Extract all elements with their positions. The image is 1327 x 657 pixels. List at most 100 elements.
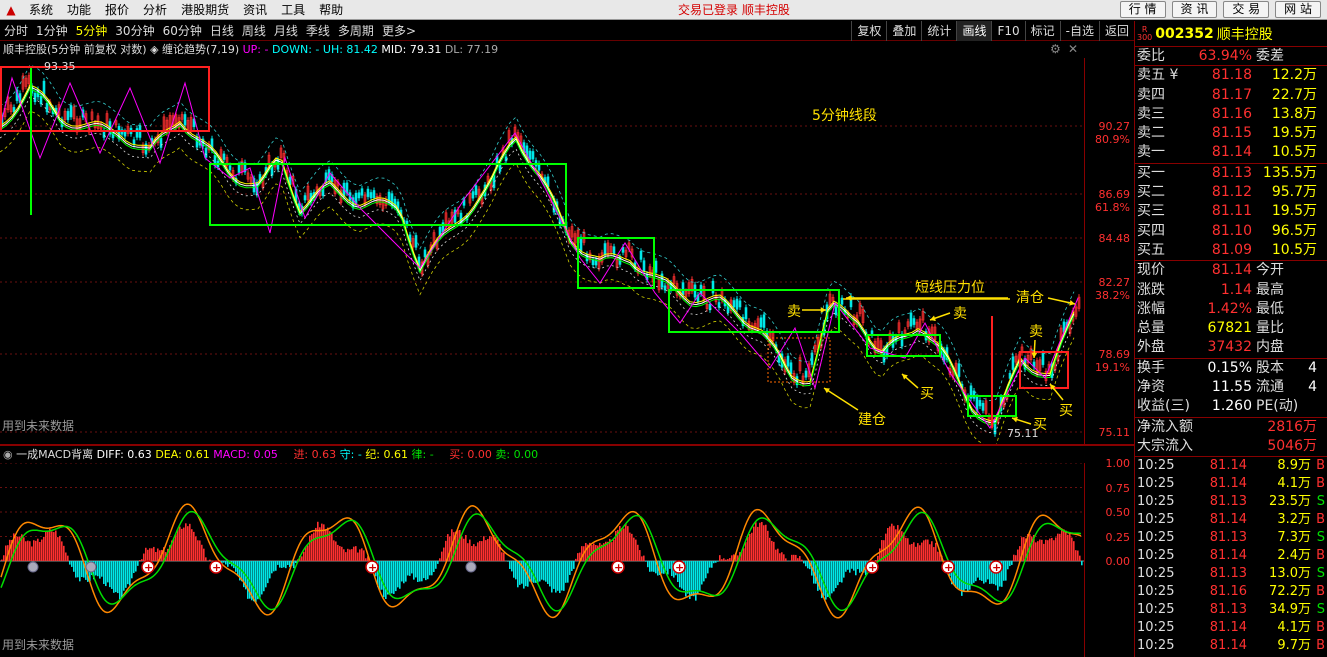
tab-period-2[interactable]: 5分钟 xyxy=(72,21,112,41)
ask-level-row[interactable]: 卖二 81.15 19.5万 xyxy=(1135,124,1327,143)
macd-bar-red xyxy=(1043,543,1045,561)
macd-bar-red xyxy=(307,545,309,561)
macd-bar-cyan xyxy=(399,561,401,589)
tick-flag: B xyxy=(1316,476,1325,492)
macd-bar-cyan xyxy=(73,561,75,572)
macd-bar-cyan xyxy=(567,561,569,583)
macd-bar-cyan xyxy=(515,561,517,580)
top-button-0[interactable]: 行 情 xyxy=(1119,1,1166,18)
tick-price: 81.14 xyxy=(1209,620,1247,636)
ask-level-row[interactable]: 卖五 ¥ 81.18 12.2万 xyxy=(1135,66,1327,85)
tab-tool-3[interactable]: 画线 xyxy=(956,21,992,41)
tick-row[interactable]: 10:25 81.14 8.9万 B xyxy=(1135,457,1327,475)
bid-level-row[interactable]: 买五 81.09 10.5万 xyxy=(1135,241,1327,260)
candle-body xyxy=(804,370,808,378)
macd-bar-cyan xyxy=(409,561,411,576)
tick-row[interactable]: 10:25 81.16 72.2万 B xyxy=(1135,583,1327,601)
macd-bar-cyan xyxy=(569,561,571,575)
sell-signal-marker xyxy=(27,561,39,573)
tab-tool-5[interactable]: 标记 xyxy=(1024,21,1060,41)
macd-bar-red xyxy=(1057,533,1059,561)
tick-row[interactable]: 10:25 81.14 2.4万 B xyxy=(1135,547,1327,565)
top-button-3[interactable]: 网 站 xyxy=(1275,1,1321,18)
candlestick-chart[interactable]: 5分钟线段短线压力位清仓卖 卖卖买买买建仓93.3575.11用到未来数据 xyxy=(0,58,1084,444)
macd-bar-red xyxy=(639,550,641,561)
menu-item-7[interactable]: 帮助 xyxy=(312,0,350,20)
menu-item-1[interactable]: 功能 xyxy=(60,0,98,20)
macd-bar-cyan xyxy=(963,561,965,591)
sub-collapse-icon[interactable]: ◉ xyxy=(0,448,16,461)
tick-row[interactable]: 10:25 81.13 23.5万 S xyxy=(1135,493,1327,511)
menu-item-0[interactable]: 系统 xyxy=(22,0,60,20)
tab-period-4[interactable]: 60分钟 xyxy=(159,21,206,41)
tick-row[interactable]: 10:25 81.13 13.0万 S xyxy=(1135,565,1327,583)
tick-row[interactable]: 10:25 81.13 7.3万 S xyxy=(1135,529,1327,547)
macd-chart[interactable]: + + + + + + + + 用到未来数据 xyxy=(0,463,1084,657)
tab-period-1[interactable]: 1分钟 xyxy=(32,21,72,41)
tick-list[interactable]: 10:25 81.14 8.9万 B 10:25 81.14 4.1万 B 10:25 81.13… xyxy=(1135,457,1327,655)
tick-row[interactable]: 10:25 81.13 34.9万 S xyxy=(1135,601,1327,619)
pct-tick-label: 61.8% xyxy=(1095,201,1130,214)
weibi-value: 63.94% xyxy=(1198,48,1252,64)
menu-item-2[interactable]: 报价 xyxy=(98,0,136,20)
macd-bar-red xyxy=(199,540,201,561)
bid-level-row[interactable]: 买二 81.12 95.7万 xyxy=(1135,183,1327,202)
menu-item-4[interactable]: 港股期货 xyxy=(174,0,236,20)
tab-tool-7[interactable]: 返回 xyxy=(1098,21,1134,41)
macd-bar-cyan xyxy=(557,561,559,591)
candle-body xyxy=(786,355,790,367)
macd-bar-cyan xyxy=(413,561,415,580)
tab-tool-4[interactable]: F10 xyxy=(991,21,1024,41)
tick-time: 10:25 xyxy=(1137,620,1175,636)
settings-gear-icon[interactable]: ⚙ xyxy=(1050,42,1061,56)
macd-bar-cyan xyxy=(973,561,975,583)
close-icon[interactable]: ✕ xyxy=(1068,42,1078,56)
tab-period-5[interactable]: 日线 xyxy=(206,21,238,41)
tab-tool-1[interactable]: 叠加 xyxy=(886,21,921,41)
menu-item-6[interactable]: 工具 xyxy=(274,0,312,20)
menu-item-5[interactable]: 资讯 xyxy=(236,0,274,20)
tab-period-3[interactable]: 30分钟 xyxy=(111,21,158,41)
sell-signal-marker xyxy=(85,561,97,573)
pct-tick-label: 38.2% xyxy=(1095,289,1130,302)
ask-level-row[interactable]: 卖三 81.16 13.8万 xyxy=(1135,105,1327,124)
bid-level-price: 81.12 xyxy=(1211,184,1252,201)
candle-body xyxy=(654,260,658,273)
tab-period-0[interactable]: 分时 xyxy=(0,21,32,41)
tick-row[interactable]: 10:25 81.14 4.1万 B xyxy=(1135,475,1327,493)
bid-level-row[interactable]: 买四 81.10 96.5万 xyxy=(1135,222,1327,241)
candle-body xyxy=(237,164,241,173)
tab-period-8[interactable]: 季线 xyxy=(302,21,334,41)
tab-tool-6[interactable]: -自选 xyxy=(1059,21,1099,41)
tab-period-6[interactable]: 周线 xyxy=(238,21,270,41)
macd-bar-red xyxy=(1053,540,1055,561)
bid-level-row[interactable]: 买三 81.11 19.5万 xyxy=(1135,202,1327,221)
menu-item-3[interactable]: 分析 xyxy=(136,0,174,20)
candle-body xyxy=(357,192,361,199)
tick-row[interactable]: 10:25 81.14 3.2万 B xyxy=(1135,511,1327,529)
tick-row[interactable]: 10:25 81.14 4.1万 B xyxy=(1135,619,1327,637)
top-button-2[interactable]: 交 易 xyxy=(1223,1,1270,18)
tick-row[interactable]: 10:25 81.14 9.7万 B xyxy=(1135,637,1327,655)
tab-tool-2[interactable]: 统计 xyxy=(921,21,956,41)
quote-panel: R 300 002352 顺丰控股 委比 63.94% 委差 卖五 ¥ 81.18 1… xyxy=(1134,21,1327,657)
tab-period-9[interactable]: 多周期 xyxy=(334,21,378,41)
tab-period-10[interactable]: 更多> xyxy=(378,21,420,41)
top-button-1[interactable]: 资 讯 xyxy=(1171,1,1218,18)
macd-bar-red xyxy=(441,551,443,561)
tab-period-7[interactable]: 月线 xyxy=(270,21,302,41)
stats-block: 现价 81.14 今开 涨跌 1.14 最高 涨幅 1.42% 最低 总量 67821 量比 外盘 374… xyxy=(1135,261,1327,359)
macd-bar-red xyxy=(1065,530,1067,561)
ask-level-price: 81.18 xyxy=(1211,67,1252,84)
collapse-icon[interactable]: ◈ xyxy=(150,43,162,56)
sub-chart-info: ◉ 一成MACD背离 DIFF: 0.63 DEA: 0.61 MACD: 0.… xyxy=(0,447,538,463)
macd-bar-red xyxy=(1071,537,1073,561)
pane-divider[interactable] xyxy=(0,444,1134,446)
macd-bar-red xyxy=(743,548,745,561)
tab-tool-0[interactable]: 复权 xyxy=(851,21,886,41)
ask-level-row[interactable]: 卖四 81.17 22.7万 xyxy=(1135,86,1327,105)
ask-level-row[interactable]: 卖一 81.14 10.5万 xyxy=(1135,143,1327,162)
macd-bar-red xyxy=(459,529,461,561)
bid-level-row[interactable]: 买一 81.13 135.5万 xyxy=(1135,164,1327,183)
macd-bar-red xyxy=(763,525,765,561)
